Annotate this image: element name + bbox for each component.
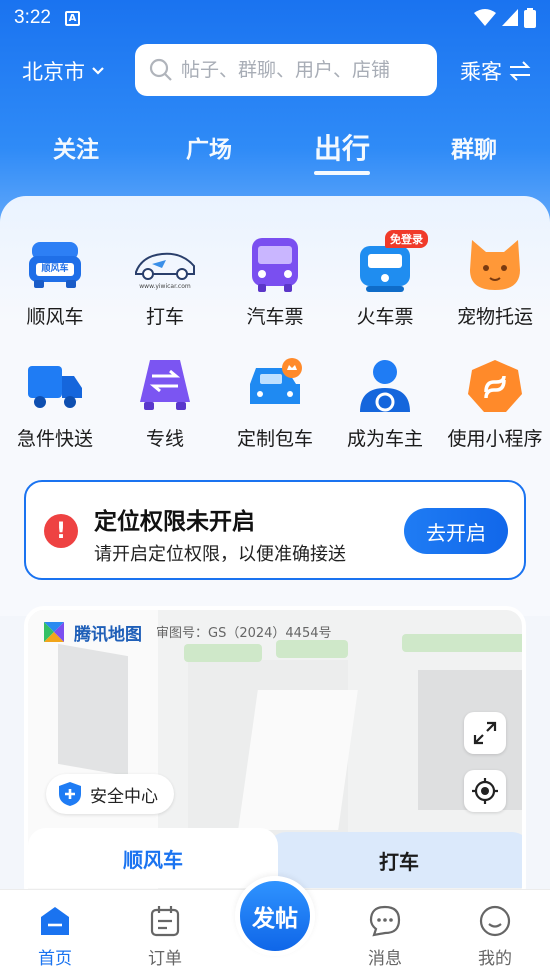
- map-building: [58, 643, 128, 777]
- service-label: 顺风车: [26, 306, 84, 328]
- carpool-icon-text: 顺风车: [41, 264, 69, 274]
- nav-profile-label: 我的: [478, 949, 512, 969]
- location-permission-banner: ! 定位权限未开启 请开启定位权限，以便准确接送 去开启: [24, 480, 526, 580]
- signal-icon: [502, 9, 518, 26]
- shuttle-swap-icon: [136, 358, 194, 416]
- map-green-area: [184, 644, 262, 662]
- tab-group-chat[interactable]: 群聊: [451, 130, 497, 164]
- cat-icon: [466, 236, 524, 294]
- service-label: 打车: [145, 306, 184, 328]
- service-train-ticket[interactable]: 免登录 火车票: [330, 230, 440, 329]
- map-approval-number: 审图号：GS（2024）4454号: [156, 626, 332, 641]
- role-switch[interactable]: 乘客: [460, 56, 532, 86]
- map-building: [238, 690, 358, 830]
- nav-home[interactable]: 首页: [15, 904, 95, 969]
- nav-orders[interactable]: 订单: [125, 904, 205, 969]
- smile-face-icon: [478, 904, 512, 938]
- status-icons: [474, 8, 536, 28]
- expand-icon: [473, 721, 497, 745]
- service-label: 专线: [145, 428, 184, 450]
- location-banner-subtitle: 请开启定位权限，以便准确接送: [94, 544, 346, 565]
- role-label: 乘客: [460, 60, 502, 84]
- service-label: 宠物托运: [456, 306, 533, 328]
- service-dedicated-line[interactable]: 专线: [110, 358, 220, 451]
- service-bus-ticket[interactable]: 汽车票: [220, 236, 330, 329]
- location-banner-title: 定位权限未开启: [94, 509, 255, 535]
- chevron-down-icon: [92, 67, 104, 75]
- home-icon: [38, 904, 72, 938]
- tab-travel[interactable]: 出行: [313, 127, 371, 175]
- tab-carpool-mode[interactable]: 顺风车: [28, 828, 278, 888]
- map-green-area: [276, 640, 348, 658]
- city-label: 北京市: [22, 60, 85, 84]
- service-become-driver[interactable]: 成为车主: [330, 358, 440, 451]
- nav-home-label: 首页: [38, 949, 72, 969]
- taxi-logo-icon: www.yiwicar.com: [132, 236, 198, 294]
- driver-person-icon: [356, 358, 414, 416]
- swap-arrows-icon: [509, 61, 531, 81]
- map-view[interactable]: 腾讯地图 审图号：GS（2024）4454号 安全中心 打车 顺风车: [24, 606, 526, 906]
- bus-icon: [246, 236, 304, 294]
- train-icon: 免登录: [356, 230, 428, 294]
- search-box[interactable]: [135, 44, 437, 96]
- tab-taxi-mode[interactable]: 打车: [268, 832, 522, 888]
- notification-icon: A: [64, 10, 80, 26]
- tab-square[interactable]: 广场: [186, 130, 232, 164]
- locate-button[interactable]: [464, 770, 506, 812]
- search-icon: [149, 58, 172, 81]
- alert-icon: !: [44, 514, 78, 548]
- safety-center-label: 安全中心: [90, 786, 158, 807]
- nav-profile[interactable]: 我的: [455, 904, 535, 969]
- nav-messages-label: 消息: [368, 949, 402, 969]
- carpool-car-icon: 顺风车: [26, 236, 84, 294]
- service-pet-transport[interactable]: 宠物托运: [440, 236, 550, 329]
- wifi-icon: [474, 9, 496, 26]
- shield-plus-icon: [59, 782, 81, 806]
- message-bubble-icon: [368, 904, 402, 938]
- mini-program-icon: [466, 358, 524, 416]
- service-express-delivery[interactable]: 急件快送: [0, 358, 110, 451]
- tab-travel-label: 出行: [313, 132, 371, 165]
- tab-follow[interactable]: 关注: [53, 130, 99, 164]
- locate-icon: [472, 778, 498, 804]
- taxi-logo-text: www.yiwicar.com: [139, 283, 191, 290]
- map-provider-logo: 腾讯地图: [40, 618, 142, 646]
- status-bar: 3:22 A: [0, 0, 550, 36]
- service-label: 定制包车: [236, 428, 313, 450]
- service-label: 火车票: [356, 306, 414, 328]
- free-login-badge: 免登录: [385, 230, 428, 248]
- charter-car-icon: [246, 358, 304, 416]
- safety-center-button[interactable]: 安全中心: [46, 774, 174, 814]
- service-label: 成为车主: [346, 428, 423, 450]
- city-selector[interactable]: 北京市: [22, 56, 105, 86]
- status-time: 3:22: [14, 7, 51, 28]
- service-label: 汽车票: [246, 306, 304, 328]
- order-calendar-icon: [148, 904, 182, 938]
- service-mini-program[interactable]: 使用小程序: [440, 358, 550, 451]
- search-input[interactable]: [181, 59, 421, 81]
- tencent-map-icon: [44, 622, 64, 642]
- service-taxi[interactable]: www.yiwicar.com 打车: [110, 236, 220, 329]
- nav-messages[interactable]: 消息: [345, 904, 425, 969]
- truck-icon: [26, 358, 84, 416]
- map-provider-name: 腾讯地图: [74, 624, 142, 645]
- service-label: 急件快送: [16, 428, 93, 450]
- tab-underline: [313, 171, 370, 175]
- enable-location-button[interactable]: 去开启: [404, 508, 508, 554]
- fullscreen-button[interactable]: [464, 712, 506, 754]
- battery-icon: [524, 8, 536, 28]
- nav-orders-label: 订单: [148, 949, 182, 969]
- service-carpool[interactable]: 顺风车 顺风车: [0, 236, 110, 329]
- post-button[interactable]: 发帖: [235, 876, 315, 956]
- top-tabs: 关注 广场 出行 群聊: [0, 130, 550, 180]
- service-charter[interactable]: 定制包车: [220, 358, 330, 451]
- map-green-area: [402, 634, 522, 652]
- service-label: 使用小程序: [447, 428, 543, 450]
